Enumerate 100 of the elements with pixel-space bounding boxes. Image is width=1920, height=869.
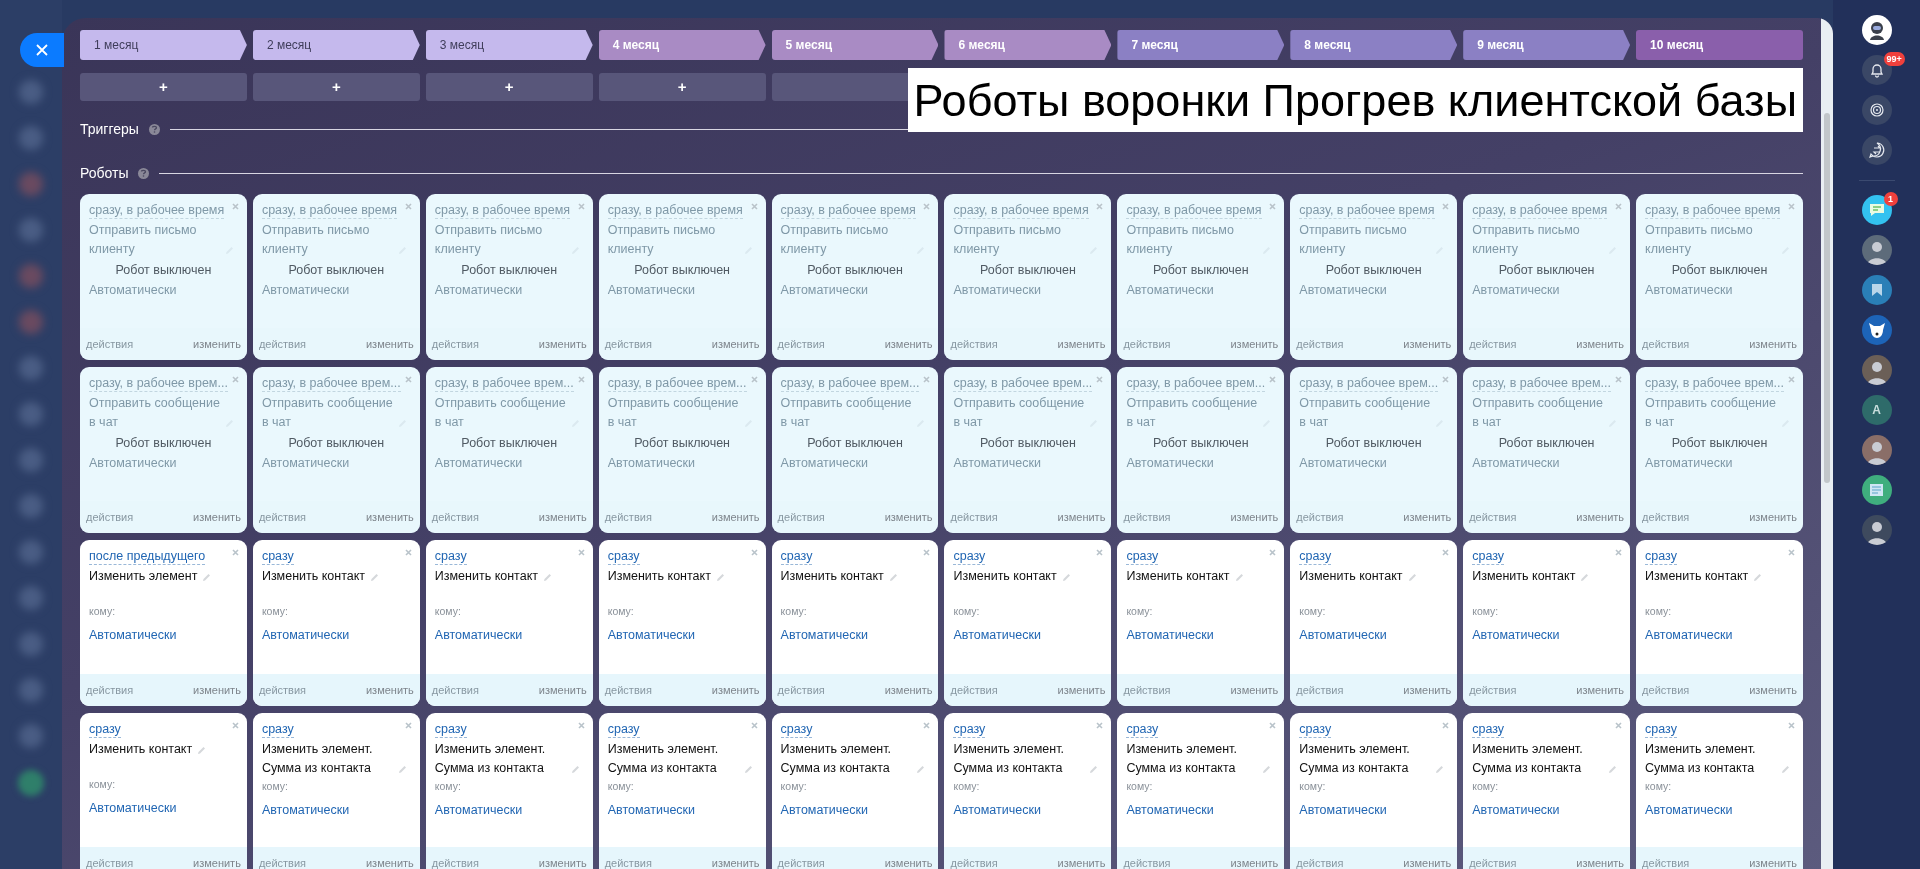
- edit-link[interactable]: изменить: [193, 681, 241, 699]
- recipient-link[interactable]: Автоматически: [1472, 453, 1560, 473]
- close-icon[interactable]: [1096, 203, 1104, 210]
- actions-link[interactable]: действия: [604, 508, 652, 526]
- timing-link[interactable]: сразу, в рабочее время: [953, 202, 1089, 219]
- actions-link[interactable]: действия: [1123, 335, 1171, 353]
- edit-link[interactable]: изменить: [538, 681, 587, 699]
- recipient-link[interactable]: Автоматически: [780, 625, 868, 645]
- actions-link[interactable]: действия: [1642, 335, 1690, 353]
- recipient-link[interactable]: Автоматически: [1299, 453, 1387, 473]
- edit-link[interactable]: изменить: [538, 508, 587, 526]
- recipient-link[interactable]: Автоматически: [780, 800, 868, 820]
- pencil-icon[interactable]: [397, 765, 407, 774]
- actions-link[interactable]: действия: [1296, 335, 1344, 353]
- spiral-button[interactable]: [1861, 95, 1892, 125]
- actions-link[interactable]: действия: [86, 854, 134, 869]
- edit-link[interactable]: изменить: [1230, 681, 1279, 699]
- edit-link[interactable]: изменить: [1576, 508, 1625, 526]
- scrollbar-thumb[interactable]: [1824, 113, 1830, 483]
- close-icon[interactable]: [1615, 549, 1623, 556]
- close-icon[interactable]: [923, 549, 931, 556]
- actions-link[interactable]: действия: [86, 335, 134, 353]
- close-icon[interactable]: [750, 203, 758, 210]
- edit-link[interactable]: изменить: [193, 508, 241, 526]
- recipient-link[interactable]: Автоматически: [89, 625, 177, 645]
- recipient-link[interactable]: Автоматически: [1126, 625, 1214, 645]
- timing-link[interactable]: сразу, в рабочее врем...: [953, 375, 1093, 392]
- timing-link[interactable]: сразу, в рабочее время: [434, 202, 570, 219]
- stage-tab[interactable]: 10 месяц: [1636, 30, 1803, 60]
- pencil-icon[interactable]: [1580, 573, 1590, 582]
- stage-tab[interactable]: 3 месяц: [425, 30, 593, 60]
- close-icon[interactable]: [1788, 722, 1795, 729]
- pencil-icon[interactable]: [543, 573, 552, 582]
- edit-link[interactable]: изменить: [1403, 854, 1452, 869]
- timing-link[interactable]: сразу, в рабочее время: [1126, 202, 1262, 219]
- close-icon[interactable]: [231, 722, 239, 729]
- close-icon[interactable]: [404, 722, 412, 729]
- close-icon[interactable]: [1442, 203, 1450, 210]
- edit-link[interactable]: изменить: [1749, 508, 1797, 526]
- timing-link[interactable]: сразу, в рабочее врем...: [780, 375, 920, 392]
- add-button[interactable]: +: [252, 73, 420, 101]
- actions-link[interactable]: действия: [431, 854, 479, 869]
- timing-link[interactable]: сразу, в рабочее врем...: [261, 375, 401, 392]
- recipient-link[interactable]: Автоматически: [780, 453, 868, 473]
- edit-link[interactable]: изменить: [365, 854, 414, 869]
- recipient-link[interactable]: Автоматически: [1645, 625, 1733, 645]
- pencil-icon[interactable]: [888, 573, 898, 582]
- actions-link[interactable]: действия: [86, 681, 134, 699]
- edit-link[interactable]: изменить: [1749, 335, 1797, 353]
- recipient-link[interactable]: Автоматически: [1299, 280, 1387, 300]
- close-icon[interactable]: [1788, 376, 1795, 383]
- recipient-link[interactable]: Автоматически: [1299, 625, 1387, 645]
- recipient-link[interactable]: Автоматически: [261, 625, 350, 645]
- close-icon[interactable]: [1269, 722, 1277, 729]
- actions-link[interactable]: действия: [1469, 681, 1517, 699]
- recipient-link[interactable]: Автоматически: [434, 625, 523, 645]
- actions-link[interactable]: действия: [1123, 508, 1171, 526]
- close-icon[interactable]: [1269, 203, 1277, 210]
- actions-link[interactable]: действия: [258, 508, 307, 526]
- edit-link[interactable]: изменить: [884, 335, 933, 353]
- stage-tab[interactable]: 4 месяц: [598, 30, 766, 60]
- timing-link[interactable]: сразу: [1126, 721, 1159, 738]
- user-avatar[interactable]: [1861, 355, 1892, 385]
- timing-link[interactable]: сразу: [1299, 548, 1332, 565]
- timing-link[interactable]: сразу: [953, 721, 986, 738]
- edit-link[interactable]: изменить: [884, 508, 933, 526]
- pencil-icon[interactable]: [1608, 765, 1618, 774]
- pencil-icon[interactable]: [1262, 765, 1272, 774]
- actions-link[interactable]: действия: [1296, 854, 1344, 869]
- close-icon[interactable]: [404, 376, 412, 383]
- close-icon[interactable]: [750, 549, 758, 556]
- add-button[interactable]: +: [425, 73, 593, 101]
- close-icon[interactable]: [231, 203, 239, 210]
- edit-link[interactable]: изменить: [1057, 335, 1106, 353]
- user-avatar[interactable]: A: [1861, 395, 1892, 425]
- pencil-icon[interactable]: [370, 573, 380, 582]
- edit-link[interactable]: изменить: [1230, 335, 1279, 353]
- recipient-link[interactable]: Автоматически: [1472, 625, 1560, 645]
- recipient-link[interactable]: Автоматически: [1472, 280, 1560, 300]
- pencil-icon[interactable]: [202, 573, 212, 582]
- timing-link[interactable]: сразу: [1126, 548, 1159, 565]
- timing-link[interactable]: сразу, в рабочее врем...: [434, 375, 574, 392]
- actions-link[interactable]: действия: [1296, 681, 1344, 699]
- stage-tab[interactable]: 1 месяц: [80, 30, 247, 60]
- stage-tab[interactable]: 2 месяц: [252, 30, 420, 60]
- help-icon[interactable]: [138, 167, 150, 179]
- recipient-link[interactable]: Автоматически: [953, 625, 1041, 645]
- close-icon[interactable]: [1442, 376, 1450, 383]
- edit-link[interactable]: изменить: [193, 335, 241, 353]
- bookmark-button[interactable]: [1861, 275, 1892, 305]
- edit-link[interactable]: изменить: [365, 681, 414, 699]
- actions-link[interactable]: действия: [1642, 508, 1690, 526]
- stage-tab[interactable]: 7 месяц: [1117, 30, 1285, 60]
- edit-link[interactable]: изменить: [1576, 854, 1625, 869]
- recipient-link[interactable]: Автоматически: [1126, 453, 1214, 473]
- actions-link[interactable]: действия: [1469, 335, 1517, 353]
- recipient-link[interactable]: Автоматически: [261, 280, 350, 300]
- pencil-icon[interactable]: [570, 765, 580, 774]
- timing-link[interactable]: сразу: [1645, 548, 1677, 565]
- actions-link[interactable]: действия: [604, 854, 652, 869]
